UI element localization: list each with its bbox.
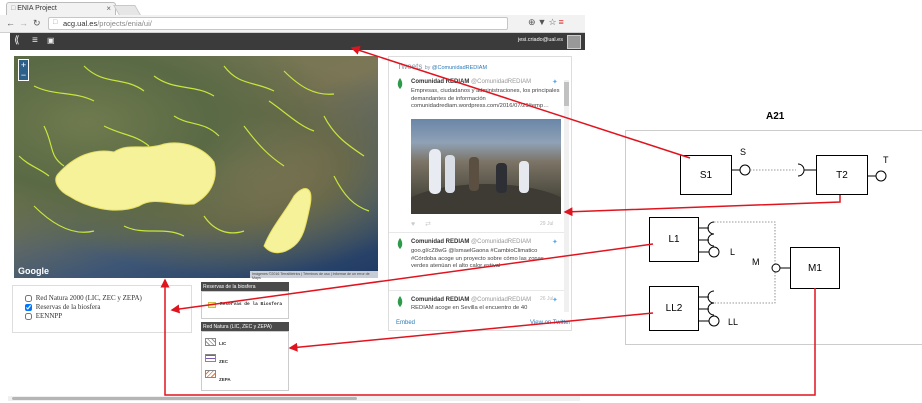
arrow-t2-to-tweets — [563, 195, 841, 217]
port-t-icon — [875, 170, 887, 182]
socket-t2-icon — [797, 163, 805, 177]
port-s-icon — [739, 164, 751, 176]
port-m-icon — [771, 263, 781, 273]
port-l-icon — [708, 246, 720, 258]
arrow-ll2-to-legend — [288, 312, 654, 352]
arrow-s1-to-navbar — [350, 46, 691, 159]
arrow-l1-to-layers — [170, 243, 654, 314]
diagram-connectors — [160, 46, 887, 396]
port-ll-icon — [708, 315, 720, 327]
